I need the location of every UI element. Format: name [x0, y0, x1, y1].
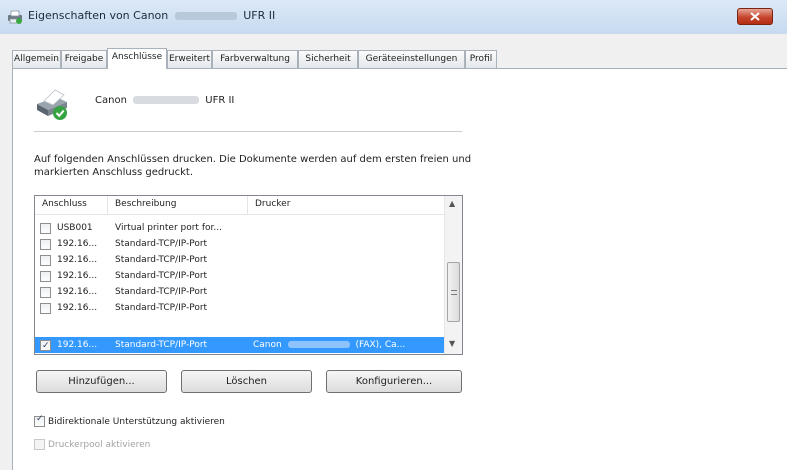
- scrollbar-thumb[interactable]: [447, 262, 460, 322]
- port-checkbox-checked[interactable]: [40, 338, 51, 354]
- printer-pool-checkbox: [34, 439, 45, 450]
- printer-name-prefix: Canon: [95, 95, 127, 106]
- printer-name: Canon UFR II: [95, 95, 234, 106]
- window-title-prefix: Eigenschaften von Canon: [28, 9, 169, 22]
- port-name: 192.16...: [57, 287, 98, 297]
- scroll-down-arrow-icon[interactable]: ▼: [449, 339, 455, 348]
- port-name: 192.16...: [57, 303, 98, 313]
- port-checkbox[interactable]: [40, 239, 51, 250]
- port-description-text: Auf folgenden Anschlüssen drucken. Die D…: [34, 154, 472, 178]
- port-checkbox[interactable]: [40, 287, 51, 298]
- port-description: Standard-TCP/IP-Port: [115, 287, 208, 297]
- port-name: USB001: [57, 223, 93, 233]
- window-title: Eigenschaften von Canon UFR II: [28, 9, 275, 22]
- tab-freigabe[interactable]: Freigabe: [61, 50, 107, 68]
- port-row[interactable]: 192.16... Standard-TCP/IP-Port: [35, 268, 445, 284]
- port-list[interactable]: Anschluss Beschreibung Drucker USB001 Vi…: [34, 195, 463, 355]
- port-printer: Canon (FAX), Ca...: [253, 337, 405, 353]
- column-divider[interactable]: [107, 196, 108, 215]
- column-header-anschluss[interactable]: Anschluss: [42, 199, 87, 209]
- tab-allgemein[interactable]: Allgemein: [12, 50, 61, 68]
- printer-properties-window: Eigenschaften von Canon UFR II Allgemein…: [0, 0, 787, 470]
- port-description: Standard-TCP/IP-Port: [115, 255, 208, 265]
- bidirectional-label: Bidirektionale Unterstützung aktivieren: [48, 417, 225, 427]
- port-checkbox[interactable]: [40, 271, 51, 282]
- port-list-scrollbar[interactable]: ▲ ▼: [444, 196, 462, 354]
- column-header-drucker[interactable]: Drucker: [255, 199, 290, 209]
- port-row[interactable]: USB001 Virtual printer port for...: [35, 220, 445, 236]
- port-name: 192.16...: [57, 239, 98, 249]
- printer-pool-option: Druckerpool aktivieren: [34, 439, 150, 450]
- port-row[interactable]: 192.16... Standard-TCP/IP-Port: [35, 300, 445, 316]
- port-row[interactable]: 192.16... Standard-TCP/IP-Port: [35, 236, 445, 252]
- port-name: 192.16...: [57, 271, 98, 281]
- port-description: Standard-TCP/IP-Port: [115, 340, 208, 350]
- tab-sicherheit[interactable]: Sicherheit: [298, 50, 358, 68]
- port-checkbox[interactable]: [40, 223, 51, 234]
- port-description: Virtual printer port for...: [115, 223, 222, 233]
- port-row[interactable]: 192.16... Standard-TCP/IP-Port: [35, 284, 445, 300]
- printer-name-suffix: UFR II: [205, 95, 235, 106]
- window-title-suffix: UFR II: [243, 9, 276, 22]
- tab-erweitert[interactable]: Erweitert: [167, 50, 212, 68]
- redacted-model-name: [174, 12, 237, 20]
- close-icon: [750, 12, 760, 21]
- add-port-button[interactable]: Hinzufügen...: [36, 370, 167, 393]
- port-printer-prefix: Canon: [253, 340, 282, 350]
- port-name: 192.16...: [57, 255, 98, 265]
- redacted-model-name: [133, 96, 200, 104]
- tab-geraeteeinstellungen[interactable]: Geräteeinstellungen: [358, 50, 465, 68]
- port-description: Standard-TCP/IP-Port: [115, 239, 208, 249]
- title-bar[interactable]: Eigenschaften von Canon UFR II: [0, 0, 787, 34]
- redacted-model-name: [287, 341, 350, 348]
- port-printer-suffix: (FAX), Ca...: [355, 340, 406, 350]
- port-checkbox[interactable]: [40, 303, 51, 314]
- port-description: Standard-TCP/IP-Port: [115, 271, 208, 281]
- scrollbar-grip-icon: [451, 290, 457, 295]
- tab-farbverwaltung[interactable]: Farbverwaltung: [212, 50, 298, 68]
- column-divider[interactable]: [247, 196, 248, 215]
- printer-default-check-icon: [37, 89, 67, 120]
- port-list-header: Anschluss Beschreibung Drucker: [35, 196, 445, 215]
- column-header-beschreibung[interactable]: Beschreibung: [115, 199, 176, 209]
- tab-anschluesse[interactable]: Anschlüsse: [107, 48, 167, 69]
- port-checkbox[interactable]: [40, 255, 51, 266]
- scroll-up-arrow-icon[interactable]: ▲: [449, 199, 455, 208]
- bidirectional-support-option[interactable]: Bidirektionale Unterstützung aktivieren: [34, 414, 225, 427]
- port-row[interactable]: 192.16... Standard-TCP/IP-Port: [35, 252, 445, 268]
- bidirectional-checkbox[interactable]: [34, 414, 45, 427]
- printer-app-icon: [8, 10, 22, 24]
- port-description: Standard-TCP/IP-Port: [115, 303, 208, 313]
- delete-port-button[interactable]: Löschen: [181, 370, 312, 393]
- configure-port-button[interactable]: Konfigurieren...: [326, 370, 462, 393]
- tab-profil[interactable]: Profil: [465, 50, 497, 68]
- port-row-selected[interactable]: 192.16... Standard-TCP/IP-Port Canon (FA…: [35, 337, 445, 354]
- port-name: 192.16...: [57, 340, 98, 350]
- separator: [34, 131, 462, 132]
- printer-pool-label: Druckerpool aktivieren: [48, 440, 151, 450]
- close-button[interactable]: [737, 8, 773, 25]
